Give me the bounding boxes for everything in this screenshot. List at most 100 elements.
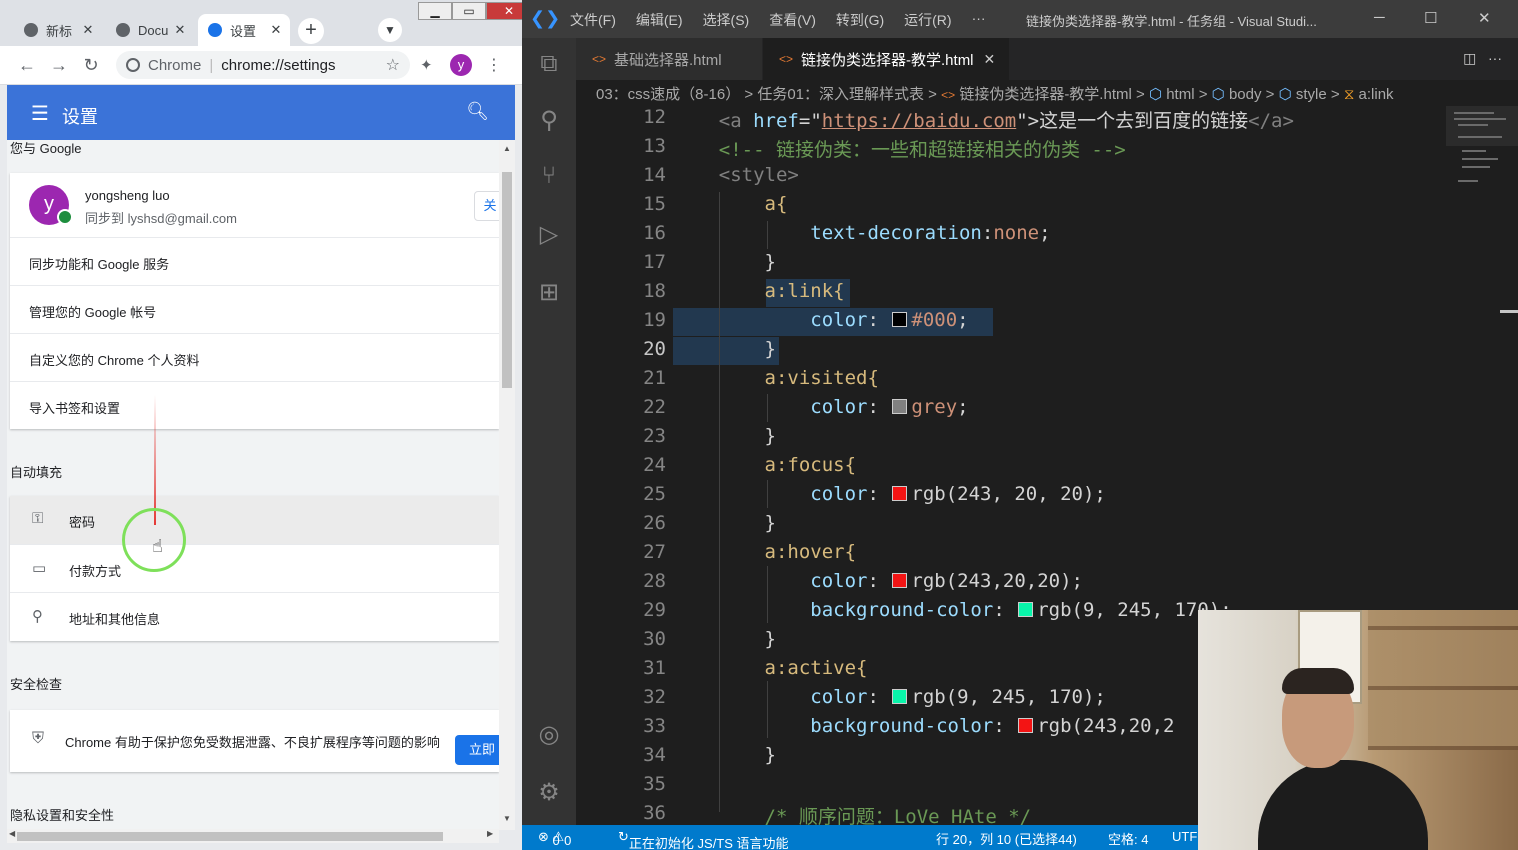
chrome-tab-docs[interactable]: Docu ✕: [106, 14, 194, 46]
code-line-14: <style>: [718, 164, 799, 186]
chrome-menu-icon[interactable]: ⋮: [486, 55, 502, 75]
close-icon[interactable]: ✕: [268, 22, 284, 38]
close-icon[interactable]: ✕: [80, 22, 96, 38]
source-control-icon[interactable]: ⑂: [534, 162, 564, 190]
forward-icon[interactable]: →: [48, 54, 70, 76]
scroll-down-icon[interactable]: ▼: [503, 814, 511, 823]
settings-gear-icon[interactable]: ⚙: [534, 778, 564, 807]
chrome-tab-settings[interactable]: 设置 ✕: [198, 14, 290, 46]
tab-search-icon[interactable]: ▼: [378, 18, 402, 42]
search-icon[interactable]: 🔍︎: [466, 101, 489, 122]
indentation-status[interactable]: 空格: 4: [1108, 829, 1148, 848]
site-info-icon[interactable]: [126, 58, 140, 72]
hscrollbar-thumb[interactable]: [17, 832, 443, 841]
line-number: 14: [643, 164, 666, 186]
extensions-icon[interactable]: ⊞: [534, 278, 564, 307]
settings-row-import-bookmarks[interactable]: 导入书签和设置: [10, 381, 499, 430]
close-tab-icon[interactable]: ✕: [984, 51, 996, 68]
line-number: 33: [643, 715, 666, 737]
extensions-icon[interactable]: ✦: [420, 56, 433, 74]
breadcrumb-html[interactable]: html: [1166, 86, 1194, 103]
code-line-19: color: #000;: [810, 309, 969, 331]
settings-vertical-scrollbar[interactable]: ▲ ▼: [499, 140, 515, 830]
minimize-button[interactable]: ─: [1374, 9, 1385, 26]
tab-basic-selectors[interactable]: <> 基础选择器.html: [576, 38, 762, 80]
breadcrumb-file[interactable]: 链接伪类选择器-教学.html: [959, 86, 1132, 103]
breadcrumb-folder[interactable]: 03：css速成（8-16）: [596, 86, 740, 103]
tab-link-pseudo[interactable]: <> 链接伪类选择器-教学.html ✕: [763, 38, 1010, 80]
settings-horizontal-scrollbar[interactable]: ◀ ▶: [7, 829, 499, 843]
hand-cursor-icon: ☝: [152, 536, 163, 556]
cursor-position[interactable]: 行 20，列 10 (已选择44): [936, 829, 1077, 848]
hamburger-menu-icon[interactable]: ☰: [31, 101, 49, 126]
encoding-status[interactable]: UTF: [1172, 829, 1197, 844]
sync-off-button[interactable]: 关: [474, 191, 499, 221]
breadcrumb-style[interactable]: style: [1296, 86, 1327, 103]
menu-run[interactable]: 运行(R): [904, 10, 951, 30]
language-init-status: ↻ 正在初始化 JS/TS 语言功能: [618, 829, 789, 850]
color-swatch-red[interactable]: [892, 486, 908, 501]
scroll-up-icon[interactable]: ▲: [503, 144, 511, 153]
code-line-20: }: [764, 338, 776, 360]
settings-row-manage-account[interactable]: 管理您的 Google 帐号: [10, 285, 499, 334]
line-number: 22: [643, 396, 666, 418]
scrollbar-thumb[interactable]: [502, 172, 512, 388]
settings-row-customize-profile[interactable]: 自定义您的 Chrome 个人资料: [10, 333, 499, 382]
account-icon[interactable]: ◎: [534, 720, 564, 749]
menu-file[interactable]: 文件(F): [570, 10, 616, 30]
scroll-right-icon[interactable]: ▶: [487, 829, 493, 838]
close-window-button[interactable]: ✕: [486, 2, 522, 20]
chrome-window-controls: ▁ ▭ ✕: [418, 2, 522, 20]
back-icon[interactable]: ←: [16, 54, 38, 76]
menu-edit[interactable]: 编辑(E): [636, 10, 683, 30]
close-window-button[interactable]: ✕: [1478, 9, 1491, 27]
cursor-trail: [154, 395, 156, 525]
menu-view[interactable]: 查看(V): [769, 10, 816, 30]
settings-header: ☰ 设置 🔍︎: [7, 85, 515, 140]
problems-indicator[interactable]: ⊗ 0 ⚠ 0: [538, 829, 571, 848]
minimize-button[interactable]: ▁: [418, 2, 452, 20]
minimap-line: [1458, 180, 1478, 182]
html-file-icon: <>: [779, 52, 794, 66]
code-line-15: a{: [764, 193, 788, 215]
color-swatch-black[interactable]: [892, 312, 908, 327]
maximize-button[interactable]: ▭: [452, 2, 486, 20]
explorer-icon[interactable]: ⧉: [534, 50, 564, 78]
settings-row-sync[interactable]: 同步功能和 Google 服务: [10, 237, 499, 286]
close-icon[interactable]: ✕: [172, 22, 188, 38]
search-icon[interactable]: ⚲: [534, 106, 564, 135]
check-now-button[interactable]: 立即: [455, 735, 499, 765]
color-swatch-red[interactable]: [892, 573, 908, 588]
scroll-left-icon[interactable]: ◀: [9, 829, 15, 838]
url-link[interactable]: https://baidu.com: [822, 110, 1016, 132]
bookmark-star-icon[interactable]: ☆: [386, 55, 400, 75]
url-text: chrome://settings: [221, 56, 336, 74]
color-swatch-grey[interactable]: [892, 399, 908, 414]
reload-icon[interactable]: ↻: [80, 54, 102, 76]
element-icon: ⬡: [1148, 86, 1163, 103]
code-line-27: a:hover{: [764, 541, 857, 563]
breadcrumb-subfolder[interactable]: 任务01：深入理解样式表: [757, 86, 924, 103]
color-swatch-green[interactable]: [892, 689, 908, 704]
split-editor-icon[interactable]: ◫ ···: [1463, 50, 1502, 67]
profile-avatar[interactable]: y: [450, 54, 472, 76]
minimap-line: [1462, 150, 1486, 152]
maximize-button[interactable]: ☐: [1424, 9, 1437, 27]
breadcrumb-selector[interactable]: a:link: [1359, 86, 1394, 103]
menu-selection[interactable]: 选择(S): [703, 10, 750, 30]
chrome-tab-newtab[interactable]: 新标 ✕: [14, 14, 102, 46]
autofill-card: ⚿ 密码 ▭ 付款方式 ⚲ 地址和其他信息: [10, 496, 499, 641]
minimap-line: [1454, 112, 1494, 114]
menu-go[interactable]: 转到(G): [836, 10, 884, 30]
code-line-21: a:visited{: [764, 367, 879, 389]
settings-row-payment[interactable]: ▭ 付款方式: [10, 544, 499, 593]
run-debug-icon[interactable]: ▷: [534, 220, 564, 249]
color-swatch-red[interactable]: [1018, 718, 1034, 733]
menu-more[interactable]: ···: [972, 10, 986, 30]
settings-row-passwords[interactable]: ⚿ 密码: [10, 496, 499, 544]
settings-row-addresses[interactable]: ⚲ 地址和其他信息: [10, 592, 499, 641]
new-tab-button[interactable]: +: [298, 18, 324, 44]
breadcrumb-body[interactable]: body: [1229, 86, 1262, 103]
color-swatch-green[interactable]: [1018, 602, 1034, 617]
address-bar[interactable]: Chrome | chrome://settings ☆: [116, 51, 410, 79]
